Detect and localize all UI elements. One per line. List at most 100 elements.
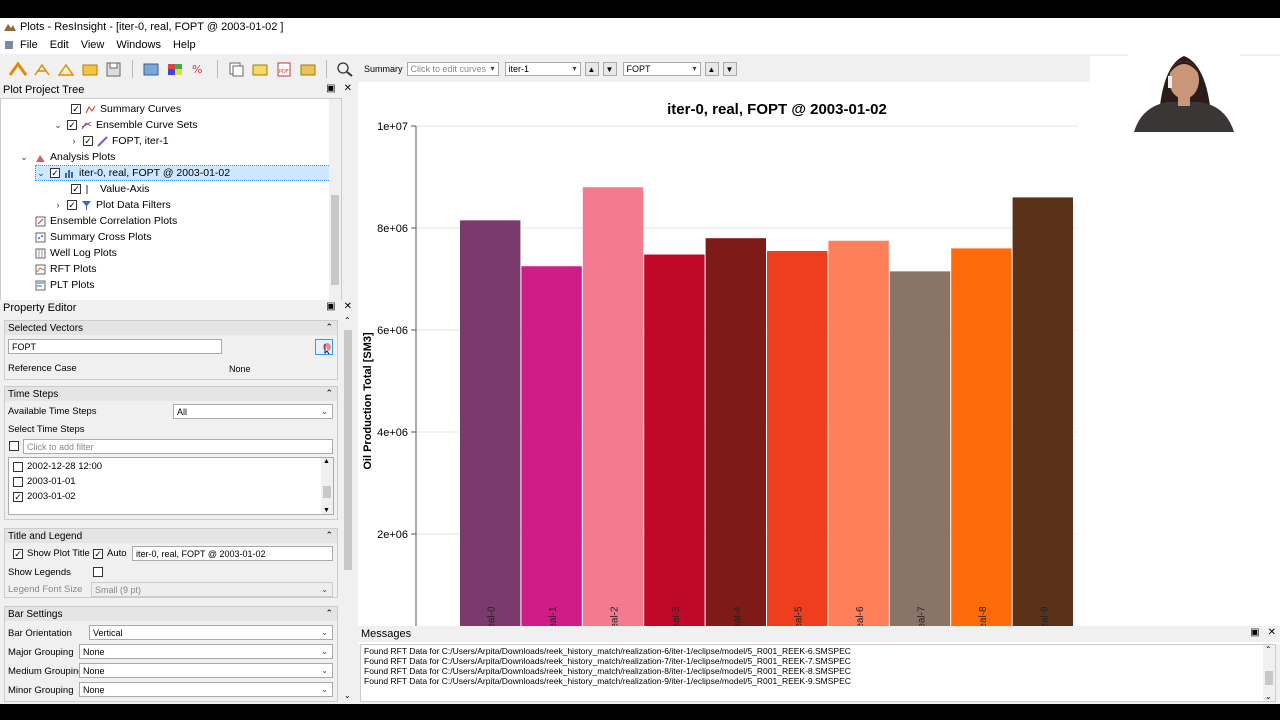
- property-editor-header: Property Editor ▣ ✕: [0, 300, 356, 316]
- tree-item[interactable]: › ✓ FOPT, iter-1: [69, 133, 169, 149]
- tree-item[interactable]: ✓ Summary Curves: [67, 101, 181, 117]
- time-step-checkbox[interactable]: [13, 477, 23, 487]
- tree-item[interactable]: PLT Plots: [35, 277, 95, 293]
- tree-item[interactable]: ✓ Value-Axis: [67, 181, 149, 197]
- time-steps-scrollbar[interactable]: ▲ ▼: [321, 458, 333, 514]
- chevron-down-icon: ▾: [572, 64, 577, 73]
- checkbox: ✓: [71, 184, 81, 194]
- tree-item-selected[interactable]: ⌄ ✓ iter-0, real, FOPT @ 2003-01-02: [35, 165, 341, 181]
- resinsight-logo-icon: [4, 24, 16, 31]
- home-icon[interactable]: [8, 59, 28, 79]
- summary-label: Summary: [364, 64, 403, 74]
- bar-orientation-combo[interactable]: Vertical ⌄: [89, 625, 333, 640]
- chevron-down-icon: ⌄: [37, 167, 45, 178]
- previous-vector-icon[interactable]: ▲: [704, 62, 719, 76]
- major-grouping-combo[interactable]: None ⌄: [79, 644, 333, 659]
- time-step-filter-input[interactable]: Click to add filter: [23, 439, 333, 454]
- next-vector-icon[interactable]: ▼: [722, 62, 737, 76]
- show-legends-checkbox[interactable]: [93, 567, 103, 577]
- next-ensemble-icon[interactable]: ▼: [602, 62, 617, 76]
- window-titlebar: Plots - ResInsight - [iter-0, real, FOPT…: [0, 18, 1280, 36]
- select-all-checkbox[interactable]: [9, 441, 19, 451]
- message-line: Found RFT Data for C:/Users/Arpita/Downl…: [364, 676, 851, 686]
- snapshot-icon[interactable]: [250, 59, 270, 79]
- new-plot-icon[interactable]: [56, 59, 76, 79]
- chevron-down-icon: ⌄: [321, 407, 328, 416]
- property-editor-scrollbar[interactable]: ⌃ ⌄: [342, 316, 354, 704]
- snapshot-all-icon[interactable]: [298, 59, 318, 79]
- tree-item[interactable]: › ✓ Plot Data Filters: [53, 197, 171, 213]
- percent-icon[interactable]: %: [189, 59, 209, 79]
- selected-vectors-field[interactable]: FOPT: [8, 339, 222, 354]
- curve-set-icon: [97, 135, 108, 147]
- previous-ensemble-icon[interactable]: ▲: [584, 62, 599, 76]
- time-step-checkbox[interactable]: [13, 462, 23, 472]
- main-toolbar: % PDF: [0, 56, 356, 82]
- project-tree-title: Plot Project Tree: [3, 84, 85, 96]
- summary-toolbar: Summary Click to edit curves ▾ iter-1 ▾ ▲ …: [358, 56, 1090, 82]
- ensemble-combo[interactable]: iter-1 ▾: [504, 62, 581, 76]
- collapse-icon[interactable]: ⌃: [325, 388, 333, 399]
- time-steps-list: 2002-12-28 12:00 2003-01-01 ✓ 2003-01-02…: [8, 457, 334, 515]
- close-icon[interactable]: ✕: [344, 301, 352, 312]
- time-steps-group: Time Steps ⌃ Available Time Steps All ⌄ Se…: [4, 386, 338, 520]
- float-icon[interactable]: ▣: [326, 301, 335, 312]
- group-heading: Time Steps: [8, 388, 59, 400]
- vector-combo[interactable]: FOPT ▾: [622, 62, 701, 76]
- curves-combo[interactable]: Click to edit curves ▾: [406, 62, 499, 76]
- analysis-plots-icon: [36, 154, 45, 162]
- open-project-icon[interactable]: [80, 59, 100, 79]
- scroll-down-icon: ⌄: [1265, 692, 1272, 701]
- rft-plots-icon: [35, 264, 46, 274]
- chevron-down-icon: ⌄: [54, 119, 62, 130]
- export-pdf-icon[interactable]: PDF: [274, 59, 294, 79]
- copy-icon[interactable]: [226, 59, 246, 79]
- menu-windows[interactable]: Windows: [116, 39, 161, 51]
- time-step-checkbox-checked[interactable]: ✓: [13, 492, 23, 502]
- bar-real-4: [705, 238, 766, 636]
- chevron-down-icon: ⌄: [321, 647, 328, 656]
- tree-item[interactable]: ⌄ Analysis Plots: [19, 149, 115, 165]
- zoom-icon[interactable]: [335, 59, 355, 79]
- tree-item[interactable]: Summary Cross Plots: [35, 229, 152, 245]
- menu-help[interactable]: Help: [173, 39, 196, 51]
- tree-item[interactable]: RFT Plots: [35, 261, 96, 277]
- minor-grouping-combo[interactable]: None ⌄: [79, 682, 333, 697]
- group-heading: Title and Legend: [8, 530, 83, 542]
- 3d-view-icon[interactable]: [141, 59, 161, 79]
- collapse-icon[interactable]: ⌃: [325, 608, 333, 619]
- menu-file[interactable]: File: [20, 39, 38, 51]
- y-tick-label: 8e+06: [377, 223, 408, 235]
- message-line: Found RFT Data for C:/Users/Arpita/Downl…: [364, 656, 851, 666]
- auto-title-checkbox[interactable]: ✓: [93, 549, 103, 559]
- show-plot-title-checkbox[interactable]: ✓: [13, 549, 23, 559]
- checkbox: ✓: [50, 168, 60, 178]
- bar-real-2: [582, 187, 644, 636]
- available-time-steps-combo[interactable]: All ⌄: [173, 404, 333, 419]
- tree-item[interactable]: ⌄ ✓ Ensemble Curve Sets: [53, 117, 197, 133]
- show-plot-title-label: Show Plot Title: [27, 548, 90, 559]
- collapse-icon[interactable]: ⌃: [325, 322, 333, 333]
- app-menu-icon[interactable]: [4, 40, 14, 50]
- legend-font-size-combo: Small (9 pt) ⌄: [91, 582, 333, 597]
- float-icon[interactable]: ▣: [326, 83, 335, 94]
- message-line: Found RFT Data for C:/Users/Arpita/Downl…: [364, 646, 851, 656]
- messages-scrollbar[interactable]: ⌃ ⌄: [1263, 645, 1275, 701]
- tree-item[interactable]: Well Log Plots: [35, 245, 117, 261]
- collapse-icon[interactable]: ⌃: [325, 530, 333, 541]
- summary-plot-icon[interactable]: [32, 59, 52, 79]
- tree-item[interactable]: Ensemble Correlation Plots: [35, 213, 177, 229]
- chevron-down-icon: ⌄: [20, 151, 28, 162]
- property-editor: Selected Vectors ⌃ FOPT Reference Case No…: [0, 316, 356, 704]
- medium-grouping-combo[interactable]: None ⌄: [79, 663, 333, 678]
- bar-real-6: [828, 240, 889, 636]
- edit-vectors-button[interactable]: [315, 339, 333, 355]
- plot-title-field[interactable]: iter-0, real, FOPT @ 2003-01-02: [132, 546, 333, 561]
- close-icon[interactable]: ✕: [344, 83, 352, 94]
- tree-scrollbar[interactable]: [329, 99, 341, 311]
- save-project-icon[interactable]: [104, 59, 124, 79]
- grid-view-icon[interactable]: [165, 59, 185, 79]
- menu-view[interactable]: View: [81, 39, 105, 51]
- reference-case-combo[interactable]: None: [225, 361, 333, 376]
- menu-edit[interactable]: Edit: [50, 39, 69, 51]
